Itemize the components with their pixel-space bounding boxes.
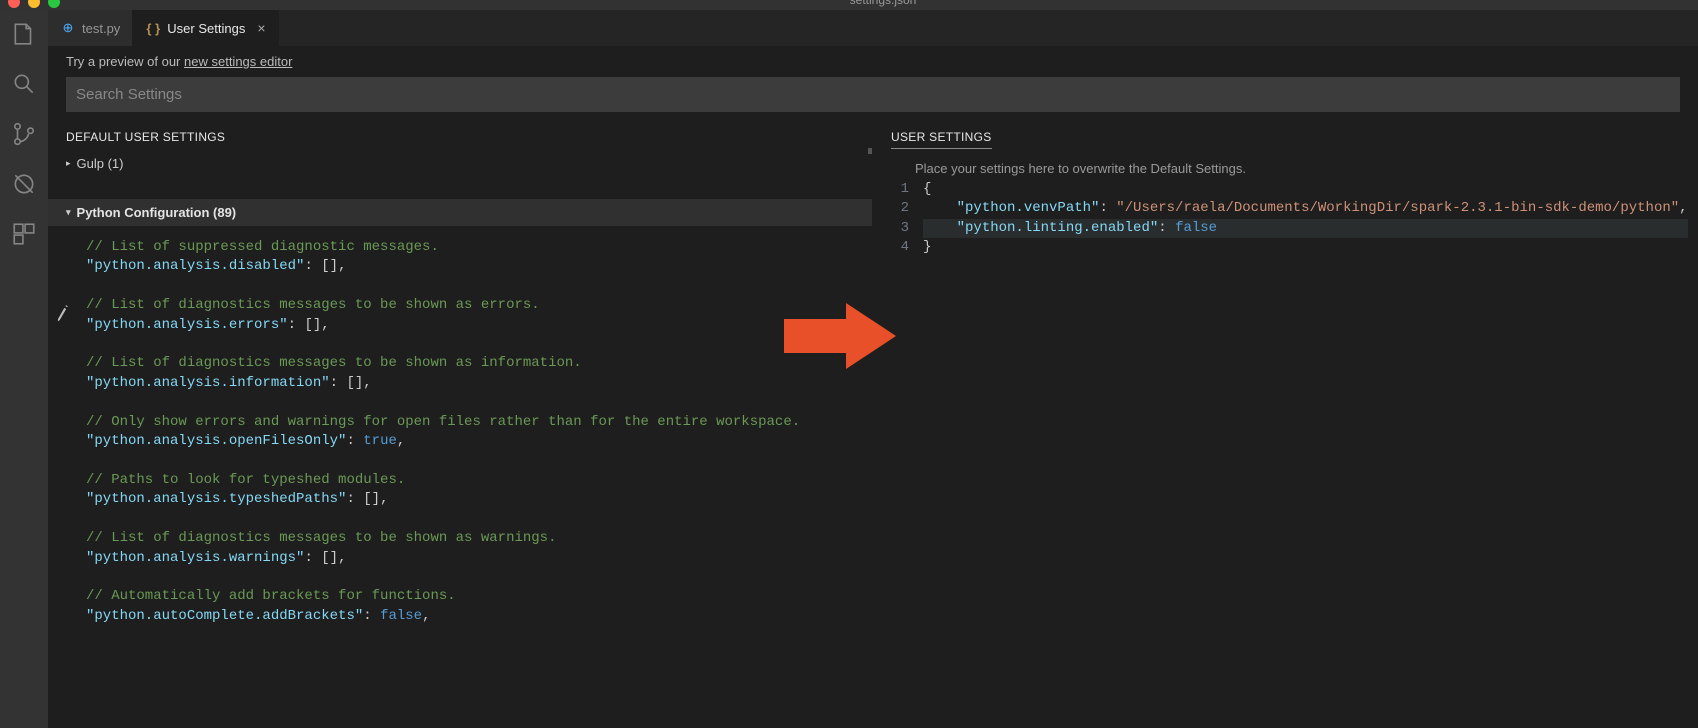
json-file-icon: { }	[145, 20, 161, 36]
activity-bar	[0, 10, 48, 728]
tab-user-settings[interactable]: { } User Settings ×	[133, 10, 278, 46]
source-control-icon[interactable]	[10, 120, 38, 148]
section-label: Gulp (1)	[77, 156, 124, 171]
section-gulp[interactable]: Gulp (1)	[48, 150, 872, 177]
extensions-icon[interactable]	[10, 220, 38, 248]
section-label: Python Configuration (89)	[77, 205, 237, 220]
user-settings-pane: USER SETTINGS Place your settings here t…	[873, 120, 1698, 728]
window-maximize-button[interactable]	[48, 0, 60, 8]
python-file-icon: ⊕	[60, 20, 76, 36]
user-settings-header: USER SETTINGS	[873, 120, 1698, 155]
user-settings-hint: Place your settings here to overwrite th…	[873, 155, 1698, 180]
titlebar: settings.json	[0, 0, 1698, 10]
explorer-icon[interactable]	[10, 20, 38, 48]
preview-banner: Try a preview of our new settings editor	[48, 46, 1698, 77]
default-settings-header: DEFAULT USER SETTINGS	[48, 120, 872, 150]
search-icon[interactable]	[10, 70, 38, 98]
window-minimize-button[interactable]	[28, 0, 40, 8]
window-title: settings.json	[850, 0, 917, 7]
editor-tabs: ⊕ test.py { } User Settings ×	[48, 10, 1698, 46]
window-close-button[interactable]	[8, 0, 20, 8]
new-settings-editor-link[interactable]: new settings editor	[184, 54, 292, 69]
tab-label: User Settings	[167, 21, 245, 36]
close-icon[interactable]: ×	[257, 20, 265, 36]
search-input[interactable]	[66, 77, 1680, 112]
line-gutter: 1 2 3 4	[873, 180, 923, 258]
default-settings-pane: DEFAULT USER SETTINGS Gulp (1) Python Co…	[48, 120, 873, 728]
debug-icon[interactable]	[10, 170, 38, 198]
tab-test-py[interactable]: ⊕ test.py	[48, 10, 133, 46]
user-settings-code[interactable]: { "python.venvPath": "/Users/raela/Docum…	[923, 180, 1688, 258]
tab-label: test.py	[82, 21, 120, 36]
section-python-configuration[interactable]: Python Configuration (89)	[48, 199, 872, 226]
default-settings-code: // List of suppressed diagnostic message…	[48, 226, 872, 626]
user-settings-editor[interactable]: 1 2 3 4 { "python.venvPath": "/Users/rae…	[873, 180, 1698, 258]
